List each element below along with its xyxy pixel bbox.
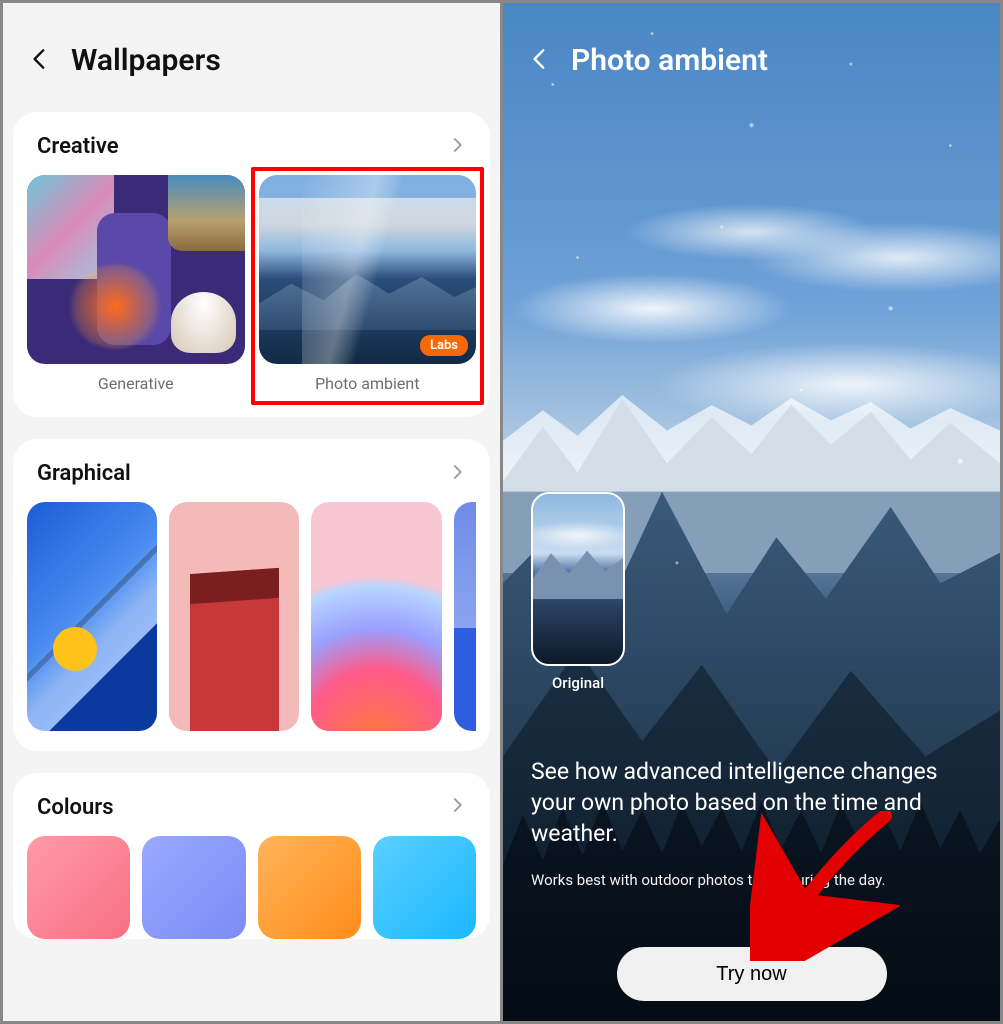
chevron-right-icon: [448, 136, 466, 158]
chevron-right-icon: [448, 463, 466, 485]
section-title: Graphical: [37, 461, 131, 486]
original-label: Original: [531, 674, 625, 692]
section-creative: Creative Generative Labs Pho: [13, 112, 490, 417]
option-label: Generative: [27, 374, 245, 393]
hint-text: Works best with outdoor photos taken dur…: [531, 871, 972, 889]
back-icon[interactable]: [27, 46, 53, 76]
labs-badge: Labs: [420, 335, 468, 356]
wallpaper-option-generative[interactable]: Generative: [27, 175, 245, 397]
colour-swatch-2[interactable]: [142, 836, 245, 939]
try-now-button[interactable]: Try now: [617, 947, 887, 1001]
graphical-wallpaper-4[interactable]: [454, 502, 476, 730]
graphical-wallpaper-3[interactable]: [311, 502, 441, 730]
section-graphical: Graphical: [13, 439, 490, 750]
photo-ambient-screen: Photo ambient Original See how advanced …: [503, 3, 1000, 1021]
graphical-wallpaper-1[interactable]: [27, 502, 157, 730]
page-title: Photo ambient: [571, 43, 768, 78]
colour-swatch-4[interactable]: [373, 836, 476, 939]
graphical-wallpaper-2[interactable]: [169, 502, 299, 730]
colour-swatch-1[interactable]: [27, 836, 130, 939]
wallpapers-header: Wallpapers: [3, 3, 500, 112]
chevron-right-icon: [448, 796, 466, 818]
wallpapers-screen: Wallpapers Creative Generative: [3, 3, 500, 1021]
original-thumbnail: [531, 492, 625, 666]
section-title: Creative: [37, 134, 119, 159]
section-colours: Colours: [13, 773, 490, 939]
section-header-graphical[interactable]: Graphical: [27, 461, 476, 502]
page-title: Wallpapers: [71, 43, 221, 78]
section-header-colours[interactable]: Colours: [27, 795, 476, 836]
original-preview[interactable]: Original: [531, 492, 625, 692]
wallpaper-option-photo-ambient[interactable]: Labs Photo ambient: [251, 167, 485, 405]
generative-thumbnail: [27, 175, 245, 364]
option-label: Photo ambient: [259, 374, 477, 393]
back-icon[interactable]: [527, 46, 553, 76]
section-title: Colours: [37, 795, 114, 820]
description-text: See how advanced intelligence changes yo…: [531, 756, 972, 849]
description-block: See how advanced intelligence changes yo…: [531, 756, 972, 889]
colour-swatch-3[interactable]: [258, 836, 361, 939]
photo-ambient-thumbnail: Labs: [259, 175, 477, 364]
photo-ambient-header: Photo ambient: [503, 3, 1000, 118]
